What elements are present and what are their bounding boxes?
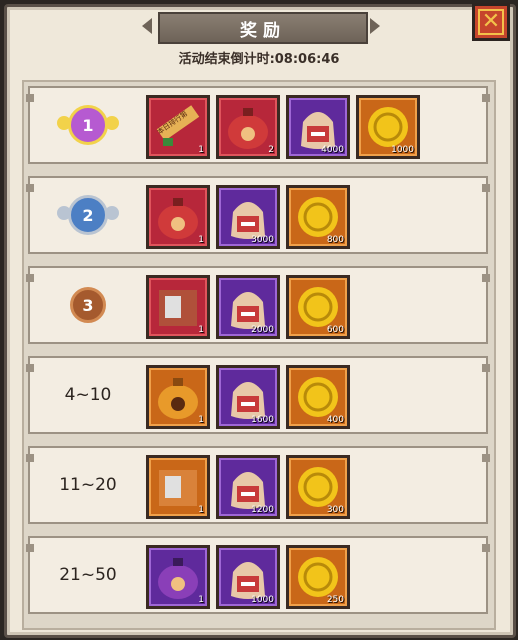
page-title: 奖励 [240,20,286,41]
reward-item[interactable]: 3000 [216,185,280,249]
rank-medal-icon: 1 [57,105,119,145]
reward-count: 1 [198,415,204,425]
reward-count: 400 [326,415,344,425]
title-ornament-right [370,18,380,34]
reward-count: 4000 [321,145,344,155]
reward-items: 本日排行第 1 2 4000 1000 [146,95,420,159]
rank-range-label: 21~50 [59,565,117,585]
reward-count: 600 [326,325,344,335]
reward-item[interactable]: 400 [286,365,350,429]
reward-count: 1 [198,145,204,155]
reward-list[interactable]: 1 本日排行第 1 2 4000 1000 2 1 3000 800 3 1 2000 600 4~10 1 1… [22,80,496,630]
rank-cell: 1 [30,88,146,162]
reward-item[interactable]: 300 [286,455,350,519]
medal-number: 3 [82,295,94,315]
reward-item[interactable]: 1000 [216,545,280,609]
reward-item[interactable]: 800 [286,185,350,249]
reward-count: 1000 [391,145,414,155]
reward-item[interactable]: 1 [146,455,210,519]
rank-row: 2 1 3000 800 [26,176,490,254]
rank-cell: 4~10 [30,358,146,432]
rank-cell: 2 [30,178,146,252]
reward-item[interactable]: 1200 [216,455,280,519]
reward-item[interactable]: 1 [146,275,210,339]
event-countdown: 活动结束倒计时:08:06:46 [178,52,340,67]
medal-wing-icon [57,116,71,130]
reward-item[interactable]: 本日排行第 1 [146,95,210,159]
reward-item[interactable]: 1600 [216,365,280,429]
reward-items: 1 2000 600 [146,275,350,339]
reward-items: 1 1200 300 [146,455,350,519]
reward-count: 1600 [251,415,274,425]
medal-wing-icon [105,206,119,220]
reward-count: 300 [326,505,344,515]
reward-count: 250 [326,595,344,605]
title-plate: 奖励 [158,12,368,44]
reward-count: 2 [268,145,274,155]
reward-item[interactable]: 1 [146,185,210,249]
rank-range-label: 11~20 [59,475,117,495]
reward-items: 1 1600 400 [146,365,350,429]
close-icon: ✕ [478,9,504,35]
reward-count: 3000 [251,235,274,245]
reward-item[interactable]: 4000 [286,95,350,159]
rank-row: 21~50 1 1000 250 [26,536,490,614]
reward-count: 1200 [251,505,274,515]
reward-items: 1 1000 250 [146,545,350,609]
medal-wing-icon [105,116,119,130]
reward-count: 1 [198,505,204,515]
reward-item[interactable]: 600 [286,275,350,339]
reward-item[interactable]: 1 [146,365,210,429]
rank-cell: 11~20 [30,448,146,522]
rank-row: 1 本日排行第 1 2 4000 1000 [26,86,490,164]
rank-row: 3 1 2000 600 [26,266,490,344]
reward-item[interactable]: 250 [286,545,350,609]
medal-wing-icon [57,206,71,220]
close-button[interactable]: ✕ [472,3,510,41]
reward-count: 2000 [251,325,274,335]
rank-medal-icon: 2 [57,195,119,235]
reward-items: 1 3000 800 [146,185,350,249]
rank-cell: 21~50 [30,538,146,612]
reward-count: 800 [326,235,344,245]
medal-number: 1 [82,115,94,135]
rank-cell: 3 [30,268,146,342]
reward-item[interactable]: 1 [146,545,210,609]
reward-count: 1 [198,595,204,605]
reward-item[interactable]: 2000 [216,275,280,339]
reward-item[interactable]: 1000 [356,95,420,159]
reward-count: 1 [198,325,204,335]
medal-number: 2 [82,205,94,225]
reward-item[interactable]: 2 [216,95,280,159]
title-ornament-left [142,18,152,34]
rank-row: 4~10 1 1600 400 [26,356,490,434]
rank-row: 11~20 1 1200 300 [26,446,490,524]
reward-count: 1 [198,235,204,245]
reward-count: 1000 [251,595,274,605]
rank-medal-icon: 3 [70,287,106,323]
rank-range-label: 4~10 [64,385,112,405]
